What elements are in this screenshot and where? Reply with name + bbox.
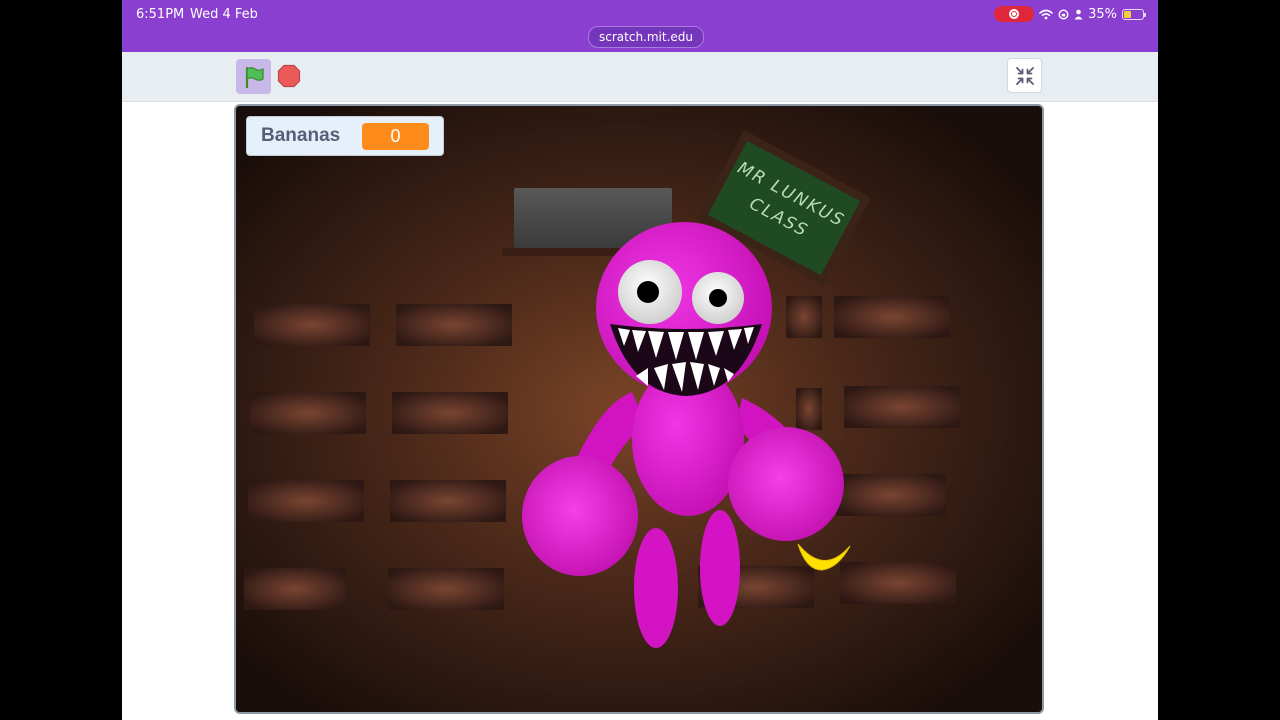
variable-value: 0 [362,123,429,150]
stage-toolbar [122,52,1158,102]
stage-scene: MR LUNKUS CLASS [236,106,1042,712]
variable-label: Bananas [261,125,341,146]
stop-button[interactable] [276,63,302,89]
address-bar-url[interactable]: scratch.mit.edu [588,26,705,48]
status-date: Wed 4 Feb [190,7,258,22]
person-icon [1074,9,1083,19]
lock-rotation-icon [1058,8,1069,20]
wifi-icon [1039,9,1053,19]
exit-fullscreen-button[interactable] [1007,58,1042,93]
green-flag-button[interactable] [236,59,271,94]
screen-recording-icon[interactable] [994,6,1035,22]
status-bar: 6:51PM Wed 4 Feb 35% scratch.mit.edu [122,0,1158,52]
ipad-screen: 6:51PM Wed 4 Feb 35% scratch.mit.edu MR … [122,0,1158,720]
variable-monitor[interactable]: Bananas 0 [246,116,444,156]
status-indicators: 35% [994,5,1146,23]
collapse-arrows-icon [1015,66,1034,85]
battery-percent: 35% [1088,6,1117,22]
game-stage[interactable]: MR LUNKUS CLASS Bananas 0 [234,104,1044,714]
status-time: 6:51PM [136,7,185,22]
green-flag-icon [245,66,264,88]
stop-sign-icon [277,64,301,88]
battery-icon [1122,8,1146,20]
